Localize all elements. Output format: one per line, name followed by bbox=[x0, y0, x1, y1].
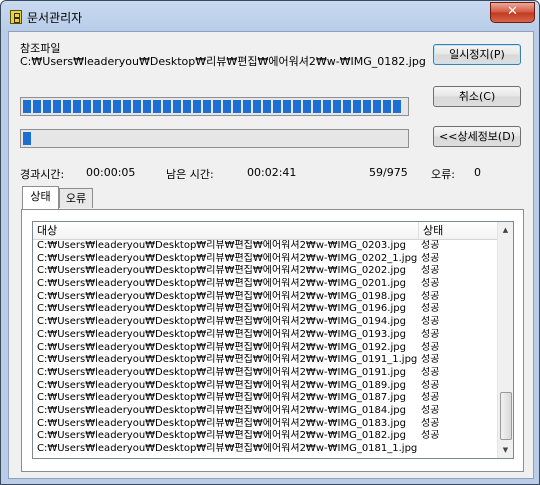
list-item[interactable]: C:₩Users₩leaderyou₩Desktop₩리뷰₩편집₩에어워셔2₩w… bbox=[33, 240, 497, 253]
list-item[interactable]: C:₩Users₩leaderyou₩Desktop₩리뷰₩편집₩에어워셔2₩w… bbox=[33, 316, 497, 329]
file-progress-bar bbox=[20, 97, 409, 116]
file-count: 59/975 bbox=[369, 166, 408, 179]
list-item-path: C:₩Users₩leaderyou₩Desktop₩리뷰₩편집₩에어워셔2₩w… bbox=[37, 443, 417, 454]
list-item-path: C:₩Users₩leaderyou₩Desktop₩리뷰₩편집₩에어워셔2₩w… bbox=[37, 290, 406, 302]
list-item-status: 성공 bbox=[421, 316, 440, 328]
list-item-path: C:₩Users₩leaderyou₩Desktop₩리뷰₩편집₩에어워셔2₩w… bbox=[37, 392, 406, 404]
list-item-status: 성공 bbox=[421, 278, 440, 290]
list-item-path: C:₩Users₩leaderyou₩Desktop₩리뷰₩편집₩에어워셔2₩w… bbox=[37, 240, 406, 251]
list-item-path: C:₩Users₩leaderyou₩Desktop₩리뷰₩편집₩에어워셔2₩w… bbox=[37, 278, 406, 290]
list-item[interactable]: C:₩Users₩leaderyou₩Desktop₩리뷰₩편집₩에어워셔2₩w… bbox=[33, 405, 497, 418]
list-item-path: C:₩Users₩leaderyou₩Desktop₩리뷰₩편집₩에어워셔2₩w… bbox=[37, 303, 406, 315]
list-item[interactable]: C:₩Users₩leaderyou₩Desktop₩리뷰₩편집₩에어워셔2₩w… bbox=[33, 392, 497, 405]
scroll-down-icon[interactable]: ▼ bbox=[498, 442, 513, 458]
list-item-path: C:₩Users₩leaderyou₩Desktop₩리뷰₩편집₩에어워셔2₩w… bbox=[37, 316, 406, 328]
list-item-status: 성공 bbox=[421, 417, 440, 429]
list-item-path: C:₩Users₩leaderyou₩Desktop₩리뷰₩편집₩에어워셔2₩w… bbox=[37, 265, 406, 277]
document-manager-window: 문서관리자 ✕ 참조파일 C:₩Users₩leaderyou₩Desktop₩… bbox=[0, 0, 540, 485]
list-item[interactable]: C:₩Users₩leaderyou₩Desktop₩리뷰₩편집₩에어워셔2₩w… bbox=[33, 380, 497, 393]
vertical-scrollbar[interactable]: ▲ ▼ bbox=[497, 222, 513, 458]
list-item-status: 성공 bbox=[421, 430, 440, 442]
list-item-path: C:₩Users₩leaderyou₩Desktop₩리뷰₩편집₩에어워셔2₩w… bbox=[37, 252, 417, 264]
list-item[interactable]: C:₩Users₩leaderyou₩Desktop₩리뷰₩편집₩에어워셔2₩w… bbox=[33, 342, 497, 355]
close-icon: ✕ bbox=[507, 4, 518, 19]
list-item-status: 성공 bbox=[421, 328, 440, 340]
list-item[interactable]: C:₩Users₩leaderyou₩Desktop₩리뷰₩편집₩에어워셔2₩w… bbox=[33, 354, 497, 367]
tab-errors[interactable]: 오류 bbox=[59, 188, 93, 208]
list-item[interactable]: C:₩Users₩leaderyou₩Desktop₩리뷰₩편집₩에어워셔2₩w… bbox=[33, 291, 497, 304]
list-item-status: 성공 bbox=[421, 404, 440, 416]
list-item-path: C:₩Users₩leaderyou₩Desktop₩리뷰₩편집₩에어워셔2₩w… bbox=[37, 328, 406, 340]
result-list[interactable]: 대상 상태 C:₩Users₩leaderyou₩Desktop₩리뷰₩편집₩에… bbox=[32, 221, 514, 459]
list-item[interactable]: C:₩Users₩leaderyou₩Desktop₩리뷰₩편집₩에어워셔2₩w… bbox=[33, 418, 497, 431]
list-item-status: 성공 bbox=[421, 240, 440, 251]
error-count-value: 0 bbox=[474, 166, 481, 179]
file-progress-fill bbox=[23, 100, 403, 113]
status-tab-panel: 대상 상태 C:₩Users₩leaderyou₩Desktop₩리뷰₩편집₩에… bbox=[21, 209, 524, 472]
list-item-status: 성공 bbox=[421, 265, 440, 277]
list-item[interactable]: C:₩Users₩leaderyou₩Desktop₩리뷰₩편집₩에어워셔2₩w… bbox=[33, 265, 497, 278]
list-item-path: C:₩Users₩leaderyou₩Desktop₩리뷰₩편집₩에어워셔2₩w… bbox=[37, 404, 406, 416]
pause-button[interactable]: 일시정지(P) bbox=[433, 44, 521, 65]
column-header-target[interactable]: 대상 bbox=[33, 222, 419, 239]
list-item-path: C:₩Users₩leaderyou₩Desktop₩리뷰₩편집₩에어워셔2₩w… bbox=[37, 341, 406, 353]
list-item-status: 성공 bbox=[421, 303, 440, 315]
scroll-up-icon[interactable]: ▲ bbox=[498, 222, 513, 238]
details-button[interactable]: <<상세정보(D) bbox=[433, 126, 521, 147]
error-count-label: 오류: bbox=[431, 168, 455, 181]
remaining-time-label: 남은 시간: bbox=[166, 168, 214, 181]
list-rows: C:₩Users₩leaderyou₩Desktop₩리뷰₩편집₩에어워셔2₩w… bbox=[33, 240, 497, 456]
list-item-status: 성공 bbox=[421, 366, 440, 378]
list-header: 대상 상태 bbox=[33, 222, 513, 240]
elapsed-time-label: 경과시간: bbox=[20, 168, 65, 181]
elapsed-time-value: 00:00:05 bbox=[86, 166, 136, 179]
list-item-status: 성공 bbox=[421, 354, 440, 366]
list-item[interactable]: C:₩Users₩leaderyou₩Desktop₩리뷰₩편집₩에어워셔2₩w… bbox=[33, 253, 497, 266]
scrollbar-thumb[interactable] bbox=[500, 392, 512, 440]
list-item-status: 성공 bbox=[421, 341, 440, 353]
total-progress-bar bbox=[20, 129, 409, 148]
list-item[interactable]: C:₩Users₩leaderyou₩Desktop₩리뷰₩편집₩에어워셔2₩w… bbox=[33, 443, 497, 456]
list-item-path: C:₩Users₩leaderyou₩Desktop₩리뷰₩편집₩에어워셔2₩w… bbox=[37, 430, 406, 442]
list-item-status: 성공 bbox=[421, 379, 440, 391]
column-header-status[interactable]: 상태 bbox=[419, 222, 499, 239]
list-item[interactable]: C:₩Users₩leaderyou₩Desktop₩리뷰₩편집₩에어워셔2₩w… bbox=[33, 430, 497, 443]
list-item-path: C:₩Users₩leaderyou₩Desktop₩리뷰₩편집₩에어워셔2₩w… bbox=[37, 379, 406, 391]
total-progress-fill bbox=[23, 132, 33, 145]
window-title: 문서관리자 bbox=[27, 11, 83, 25]
list-item[interactable]: C:₩Users₩leaderyou₩Desktop₩리뷰₩편집₩에어워셔2₩w… bbox=[33, 329, 497, 342]
list-item-path: C:₩Users₩leaderyou₩Desktop₩리뷰₩편집₩에어워셔2₩w… bbox=[37, 366, 406, 378]
close-button[interactable]: ✕ bbox=[490, 2, 535, 23]
tab-status[interactable]: 상태 bbox=[22, 186, 59, 209]
list-item[interactable]: C:₩Users₩leaderyou₩Desktop₩리뷰₩편집₩에어워셔2₩w… bbox=[33, 278, 497, 291]
list-item-status: 성공 bbox=[421, 290, 440, 302]
list-item-path: C:₩Users₩leaderyou₩Desktop₩리뷰₩편집₩에어워셔2₩w… bbox=[37, 417, 406, 429]
current-file-path: C:₩Users₩leaderyou₩Desktop₩리뷰₩편집₩에어워셔2₩w… bbox=[20, 55, 426, 68]
list-item-status: 성공 bbox=[421, 252, 440, 264]
list-item[interactable]: C:₩Users₩leaderyou₩Desktop₩리뷰₩편집₩에어워셔2₩w… bbox=[33, 303, 497, 316]
dialog-body: 참조파일 C:₩Users₩leaderyou₩Desktop₩리뷰₩편집₩에어… bbox=[8, 31, 534, 479]
title-bar[interactable]: 문서관리자 ✕ bbox=[1, 1, 539, 32]
file-manager-icon bbox=[10, 10, 22, 24]
list-item-path: C:₩Users₩leaderyou₩Desktop₩리뷰₩편집₩에어워셔2₩w… bbox=[37, 354, 417, 366]
cancel-button[interactable]: 취소(C) bbox=[433, 86, 521, 107]
list-item[interactable]: C:₩Users₩leaderyou₩Desktop₩리뷰₩편집₩에어워셔2₩w… bbox=[33, 367, 497, 380]
list-item-status: 성공 bbox=[421, 392, 440, 404]
remaining-time-value: 00:02:41 bbox=[247, 166, 297, 179]
